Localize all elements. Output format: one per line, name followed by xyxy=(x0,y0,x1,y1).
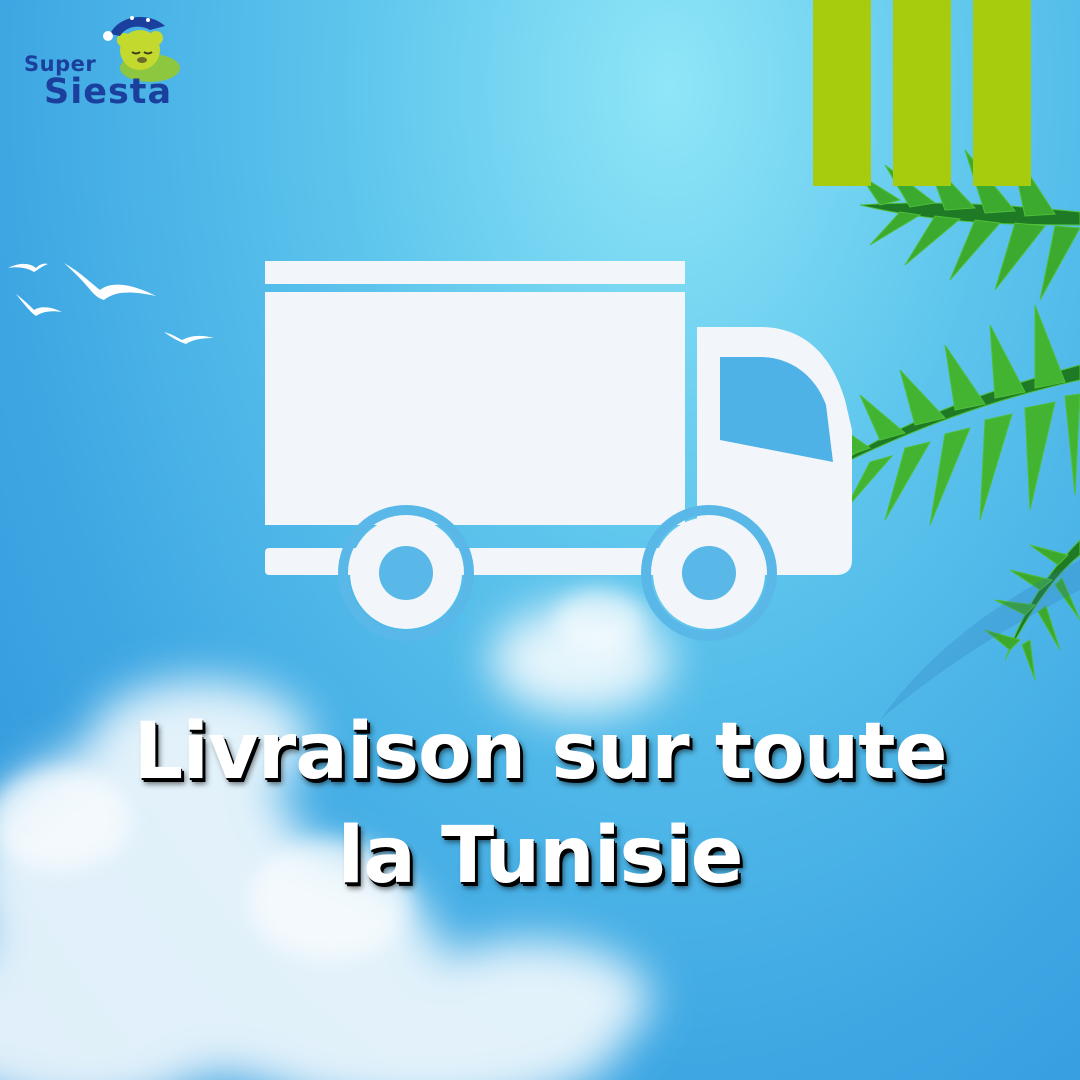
truck-icon xyxy=(265,261,852,641)
headline-line-1: Livraison sur toute xyxy=(133,707,948,797)
brand-logo: Super Siesta xyxy=(20,10,190,120)
logo-siesta-text: Siesta xyxy=(44,72,173,112)
headline: Livraison sur toute la Tunisie xyxy=(0,700,1080,908)
headline-line-2: la Tunisie xyxy=(337,811,743,901)
banner: Super Siesta Livraison sur toute la Tuni… xyxy=(0,0,1080,1080)
